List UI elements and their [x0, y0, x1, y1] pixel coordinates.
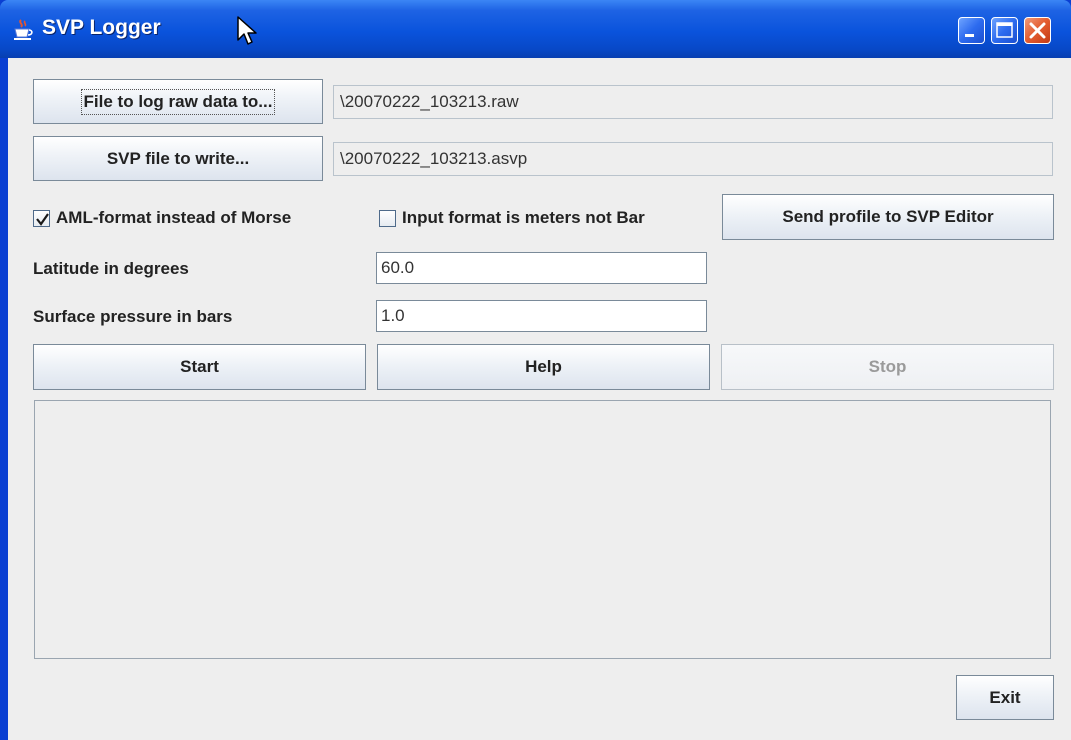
title-bar[interactable]: SVP Logger	[0, 0, 1071, 58]
mouse-pointer-icon	[236, 16, 258, 48]
start-button-label: Start	[180, 357, 219, 376]
meters-format-label: Input format is meters not Bar	[402, 208, 645, 227]
send-profile-button[interactable]: Send profile to SVP Editor	[722, 194, 1054, 240]
stop-button-label: Stop	[868, 357, 907, 376]
help-button-label: Help	[525, 357, 562, 376]
start-button[interactable]: Start	[33, 344, 366, 390]
maximize-button[interactable]	[991, 17, 1018, 44]
exit-button-label: Exit	[989, 687, 1021, 707]
svp-file-button-label: SVP file to write...	[106, 148, 250, 168]
minimize-button[interactable]	[958, 17, 985, 44]
checkmark-icon	[36, 212, 49, 226]
app-window: SVP Logger File to log raw data to... \2…	[0, 0, 1071, 740]
close-icon	[1025, 18, 1050, 43]
latitude-label: Latitude in degrees	[33, 259, 189, 278]
raw-file-button[interactable]: File to log raw data to...	[33, 79, 323, 124]
raw-file-path-field[interactable]: \20070222_103213.raw	[333, 85, 1053, 119]
window-title: SVP Logger	[42, 16, 161, 39]
help-button[interactable]: Help	[377, 344, 710, 390]
surface-pressure-input[interactable]: 1.0	[376, 300, 707, 332]
exit-button[interactable]: Exit	[956, 675, 1054, 720]
meters-format-checkbox-box[interactable]	[379, 209, 396, 227]
send-profile-button-label: Send profile to SVP Editor	[782, 207, 994, 226]
aml-format-label: AML-format instead of Morse	[56, 208, 292, 227]
meters-format-checkbox[interactable]: Input format is meters not Bar	[379, 206, 645, 230]
close-button[interactable]	[1024, 17, 1051, 44]
maximize-icon	[992, 18, 1017, 43]
svp-file-button[interactable]: SVP file to write...	[33, 136, 323, 181]
latitude-input[interactable]: 60.0	[376, 252, 707, 284]
surface-pressure-label: Surface pressure in bars	[33, 307, 233, 326]
java-cup-icon	[12, 18, 34, 42]
log-output-area[interactable]	[34, 400, 1051, 659]
raw-file-button-label: File to log raw data to...	[80, 88, 276, 115]
stop-button[interactable]: Stop	[721, 344, 1054, 390]
client-area: File to log raw data to... \20070222_103…	[8, 58, 1071, 740]
aml-format-checkbox[interactable]: AML-format instead of Morse	[33, 206, 291, 230]
minimize-icon	[959, 18, 984, 43]
aml-format-checkbox-box[interactable]	[33, 209, 50, 227]
svp-file-path-field[interactable]: \20070222_103213.asvp	[333, 142, 1053, 176]
